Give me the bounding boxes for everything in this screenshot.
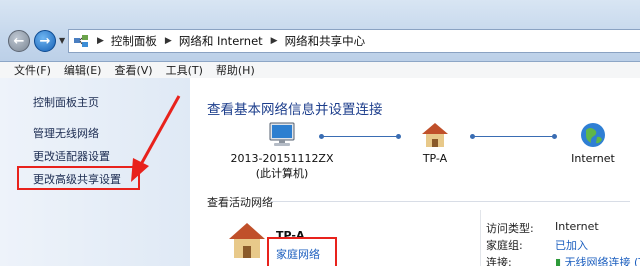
router-node: TP-A (409, 121, 461, 166)
menu-help[interactable]: 帮助(H) (216, 62, 255, 78)
address-toolbar: ← → ▼ ▶ 控制面板 ▶ 网络和 Internet ▶ 网络和共享中心 (0, 0, 640, 62)
access-type-value: Internet (555, 220, 599, 233)
back-arrow-icon: ← (13, 33, 25, 49)
wireless-connection-link[interactable]: ▮ 无线网络连接 (TP (555, 254, 640, 266)
menu-tools[interactable]: 工具(T) (166, 62, 203, 78)
breadcrumb-separator-icon[interactable]: ▶ (271, 36, 278, 46)
internet-node: Internet (563, 121, 623, 166)
manage-wireless-networks-link[interactable]: 管理无线网络 (33, 125, 99, 141)
home-network-large-icon (226, 220, 268, 263)
access-type-label: 访问类型: (486, 222, 534, 235)
forward-arrow-icon: → (39, 33, 51, 49)
computer-node: 2013-20151112ZX (此计算机) (227, 121, 337, 181)
control-panel-home-link[interactable]: 控制面板主页 (33, 94, 99, 110)
annotation-arrow-icon (131, 95, 181, 182)
task-pane: 控制面板主页 管理无线网络 更改适配器设置 更改高级共享设置 (0, 78, 190, 266)
globe-icon (563, 121, 623, 151)
connection-label: 连接: (486, 256, 512, 266)
main-content: 查看基本网络信息并设置连接 2013-20151112ZX (此计算机) TP-… (190, 78, 640, 266)
section-divider (270, 201, 630, 202)
breadcrumb-separator-icon[interactable]: ▶ (97, 36, 104, 46)
connection-line (470, 134, 557, 139)
homegroup-link[interactable]: 已加入 (555, 237, 588, 253)
back-button[interactable]: ← (8, 30, 30, 52)
breadcrumb-network-sharing-center[interactable]: 网络和共享中心 (285, 33, 366, 49)
address-bar[interactable]: ▶ 控制面板 ▶ 网络和 Internet ▶ 网络和共享中心 (68, 29, 640, 53)
menu-bar: 文件(F) 编辑(E) 查看(V) 工具(T) 帮助(H) (0, 62, 640, 78)
computer-subtitle: (此计算机) (255, 167, 309, 180)
breadcrumb-separator-icon[interactable]: ▶ (165, 36, 172, 46)
menu-file[interactable]: 文件(F) (14, 62, 51, 78)
breadcrumb-control-panel[interactable]: 控制面板 (111, 33, 157, 49)
wireless-connection-label: 无线网络连接 (TP (564, 256, 640, 266)
annotation-highlight-box (267, 237, 337, 266)
computer-name: 2013-20151112ZX (230, 152, 334, 165)
wifi-signal-icon: ▮ (555, 256, 562, 266)
column-divider (480, 210, 481, 266)
homegroup-label: 家庭组: (486, 239, 523, 252)
breadcrumb-network-internet[interactable]: 网络和 Internet (179, 33, 263, 49)
internet-label: Internet (571, 152, 615, 165)
annotation-highlight-box (17, 166, 140, 190)
recent-pages-dropdown-icon[interactable]: ▼ (59, 36, 65, 45)
page-title: 查看基本网络信息并设置连接 (207, 102, 383, 118)
menu-view[interactable]: 查看(V) (114, 62, 152, 78)
router-name: TP-A (422, 152, 448, 165)
change-adapter-settings-link[interactable]: 更改适配器设置 (33, 148, 110, 164)
home-network-icon (409, 121, 461, 151)
active-networks-heading: 查看活动网络 (207, 196, 273, 209)
network-folder-icon (73, 34, 89, 48)
connection-line (319, 134, 401, 139)
forward-button[interactable]: → (34, 30, 56, 52)
menu-edit[interactable]: 编辑(E) (64, 62, 102, 78)
